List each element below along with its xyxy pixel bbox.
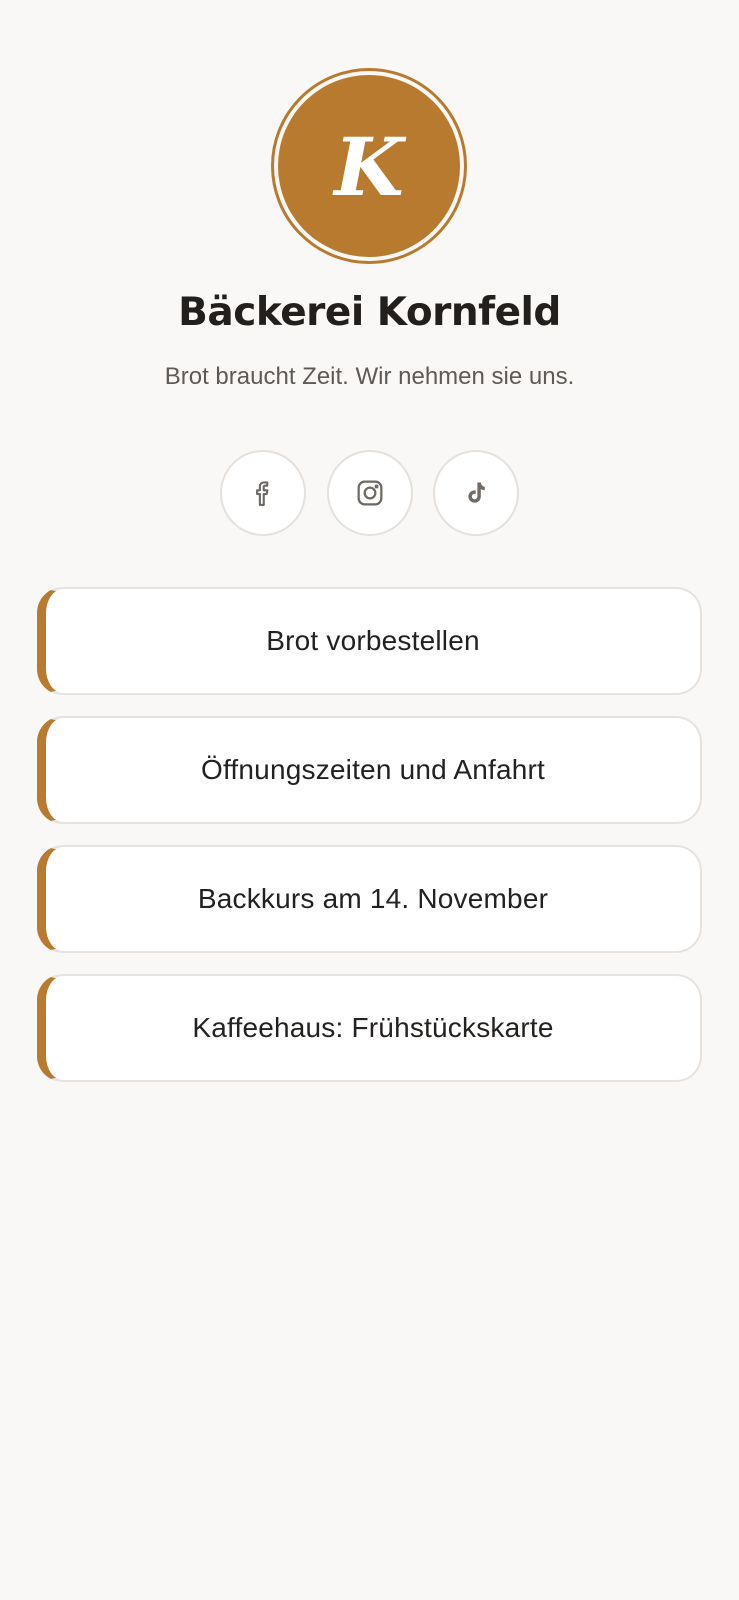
- page-tagline: Brot braucht Zeit. Wir nehmen sie uns.: [164, 363, 575, 390]
- link-label: Backkurs am 14. November: [197, 883, 549, 914]
- avatar-initial-circle: K: [278, 75, 460, 257]
- avatar: K: [271, 68, 467, 264]
- tiktok-button[interactable]: [433, 450, 519, 536]
- link-button-brot-vorbestellen[interactable]: Brot vorbestellen: [37, 587, 702, 695]
- instagram-button[interactable]: [326, 450, 413, 536]
- link-label: Kaffeehaus: Frühstückskarte: [192, 1012, 554, 1043]
- social-links: [220, 450, 519, 536]
- link-list: Brot vorbestellen Öffnungszeiten und Anf…: [37, 587, 702, 1103]
- link-button-backkurs[interactable]: Backkurs am 14. November: [37, 845, 702, 953]
- link-label: Brot vorbestellen: [266, 625, 480, 656]
- link-button-fruehstueckskarte[interactable]: Kaffeehaus: Frühstückskarte: [37, 974, 702, 1082]
- link-in-bio-page: K Bäckerei Kornfeld Brot braucht Zeit. W…: [0, 0, 739, 1600]
- page-title: Bäckerei Kornfeld: [178, 290, 561, 335]
- avatar-initial: K: [334, 120, 404, 214]
- facebook-icon: [256, 481, 269, 506]
- instagram-icon: [357, 480, 382, 506]
- tiktok-icon: [468, 482, 485, 503]
- facebook-button[interactable]: [220, 450, 306, 536]
- link-label: Öffnungszeiten und Anfahrt: [200, 754, 546, 785]
- link-button-oeffnungszeiten[interactable]: Öffnungszeiten und Anfahrt: [37, 716, 702, 824]
